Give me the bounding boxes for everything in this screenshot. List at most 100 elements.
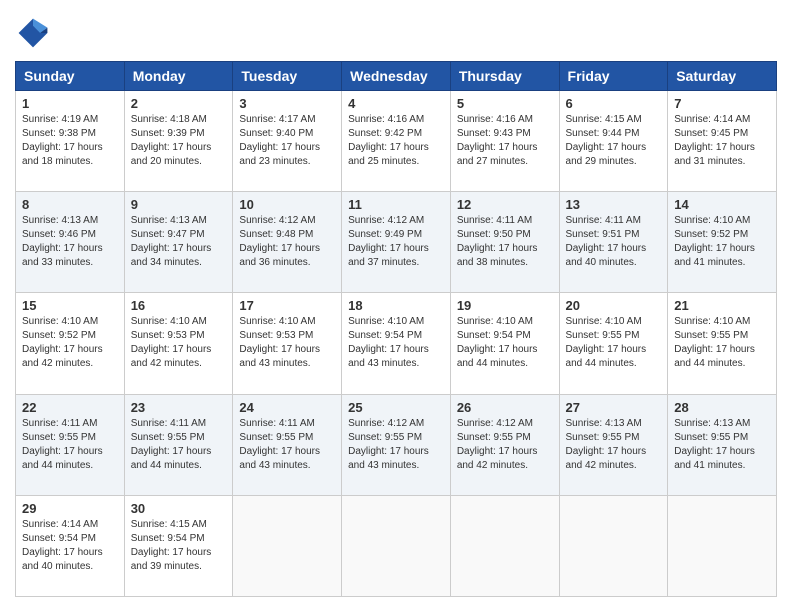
- day-info: Sunrise: 4:10 AMSunset: 9:54 PMDaylight:…: [457, 315, 553, 371]
- day-number: 9: [131, 197, 227, 212]
- day-info: Sunrise: 4:15 AMSunset: 9:44 PMDaylight:…: [566, 113, 662, 169]
- day-info: Sunrise: 4:11 AMSunset: 9:51 PMDaylight:…: [566, 214, 662, 270]
- day-info: Sunrise: 4:10 AMSunset: 9:53 PMDaylight:…: [239, 315, 335, 371]
- calendar-cell: [233, 495, 342, 596]
- day-info: Sunrise: 4:10 AMSunset: 9:55 PMDaylight:…: [674, 315, 770, 371]
- calendar-cell: [668, 495, 777, 596]
- day-number: 19: [457, 298, 553, 313]
- day-number: 11: [348, 197, 444, 212]
- day-info: Sunrise: 4:10 AMSunset: 9:52 PMDaylight:…: [22, 315, 118, 371]
- day-number: 21: [674, 298, 770, 313]
- day-number: 14: [674, 197, 770, 212]
- calendar-cell: 11 Sunrise: 4:12 AMSunset: 9:49 PMDayligh…: [342, 192, 451, 293]
- calendar-table: SundayMondayTuesdayWednesdayThursdayFrid…: [15, 61, 777, 597]
- day-number: 16: [131, 298, 227, 313]
- day-info: Sunrise: 4:19 AMSunset: 9:38 PMDaylight:…: [22, 113, 118, 169]
- day-info: Sunrise: 4:16 AMSunset: 9:42 PMDaylight:…: [348, 113, 444, 169]
- calendar-cell: 13Sunrise: 4:11 AMSunset: 9:51 PMDayligh…: [559, 192, 668, 293]
- calendar-cell: 26 Sunrise: 4:12 AMSunset: 9:55 PMDayligh…: [450, 394, 559, 495]
- calendar-week-4: 22 Sunrise: 4:11 AMSunset: 9:55 PMDayligh…: [16, 394, 777, 495]
- day-number: 22: [22, 400, 118, 415]
- calendar-cell: 7 Sunrise: 4:14 AMSunset: 9:45 PMDaylight…: [668, 91, 777, 192]
- day-info: Sunrise: 4:17 AMSunset: 9:40 PMDaylight:…: [239, 113, 335, 169]
- day-number: 4: [348, 96, 444, 111]
- day-number: 27: [566, 400, 662, 415]
- day-number: 8: [22, 197, 118, 212]
- day-number: 26: [457, 400, 553, 415]
- day-info: Sunrise: 4:14 AMSunset: 9:45 PMDaylight:…: [674, 113, 770, 169]
- calendar-cell: 23Sunrise: 4:11 AMSunset: 9:55 PMDayligh…: [124, 394, 233, 495]
- calendar-week-2: 8Sunrise: 4:13 AMSunset: 9:46 PMDaylight…: [16, 192, 777, 293]
- calendar-cell: 17 Sunrise: 4:10 AMSunset: 9:53 PMDayligh…: [233, 293, 342, 394]
- day-header-monday: Monday: [124, 62, 233, 91]
- calendar-cell: 24 Sunrise: 4:11 AMSunset: 9:55 PMDayligh…: [233, 394, 342, 495]
- day-info: Sunrise: 4:12 AMSunset: 9:55 PMDaylight:…: [348, 417, 444, 473]
- day-number: 24: [239, 400, 335, 415]
- day-number: 7: [674, 96, 770, 111]
- calendar-cell: 2 Sunrise: 4:18 AMSunset: 9:39 PMDaylight…: [124, 91, 233, 192]
- day-info: Sunrise: 4:12 AMSunset: 9:49 PMDaylight:…: [348, 214, 444, 270]
- day-info: Sunrise: 4:15 AMSunset: 9:54 PMDaylight:…: [131, 518, 227, 574]
- day-header-sunday: Sunday: [16, 62, 125, 91]
- calendar-cell: 15 Sunrise: 4:10 AMSunset: 9:52 PMDayligh…: [16, 293, 125, 394]
- calendar-cell: 6Sunrise: 4:15 AMSunset: 9:44 PMDaylight…: [559, 91, 668, 192]
- logo: [15, 15, 55, 51]
- day-info: Sunrise: 4:11 AMSunset: 9:55 PMDaylight:…: [239, 417, 335, 473]
- calendar-cell: 10 Sunrise: 4:12 AMSunset: 9:48 PMDayligh…: [233, 192, 342, 293]
- day-number: 3: [239, 96, 335, 111]
- calendar-cell: 30 Sunrise: 4:15 AMSunset: 9:54 PMDayligh…: [124, 495, 233, 596]
- day-number: 10: [239, 197, 335, 212]
- day-number: 25: [348, 400, 444, 415]
- day-number: 20: [566, 298, 662, 313]
- day-number: 15: [22, 298, 118, 313]
- header: [15, 15, 777, 51]
- calendar-cell: 29 Sunrise: 4:14 AMSunset: 9:54 PMDayligh…: [16, 495, 125, 596]
- calendar-cell: 28Sunrise: 4:13 AMSunset: 9:55 PMDayligh…: [668, 394, 777, 495]
- day-info: Sunrise: 4:18 AMSunset: 9:39 PMDaylight:…: [131, 113, 227, 169]
- calendar-cell: 14 Sunrise: 4:10 AMSunset: 9:52 PMDayligh…: [668, 192, 777, 293]
- day-info: Sunrise: 4:10 AMSunset: 9:52 PMDaylight:…: [674, 214, 770, 270]
- calendar-cell: [559, 495, 668, 596]
- day-info: Sunrise: 4:10 AMSunset: 9:54 PMDaylight:…: [348, 315, 444, 371]
- day-info: Sunrise: 4:11 AMSunset: 9:55 PMDaylight:…: [131, 417, 227, 473]
- calendar-cell: 21 Sunrise: 4:10 AMSunset: 9:55 PMDayligh…: [668, 293, 777, 394]
- day-header-wednesday: Wednesday: [342, 62, 451, 91]
- day-info: Sunrise: 4:10 AMSunset: 9:55 PMDaylight:…: [566, 315, 662, 371]
- calendar-cell: 4 Sunrise: 4:16 AMSunset: 9:42 PMDaylight…: [342, 91, 451, 192]
- calendar-cell: 3 Sunrise: 4:17 AMSunset: 9:40 PMDaylight…: [233, 91, 342, 192]
- day-info: Sunrise: 4:14 AMSunset: 9:54 PMDaylight:…: [22, 518, 118, 574]
- calendar-week-3: 15 Sunrise: 4:10 AMSunset: 9:52 PMDayligh…: [16, 293, 777, 394]
- calendar-cell: 27Sunrise: 4:13 AMSunset: 9:55 PMDayligh…: [559, 394, 668, 495]
- calendar-cell: 18Sunrise: 4:10 AMSunset: 9:54 PMDayligh…: [342, 293, 451, 394]
- day-info: Sunrise: 4:11 AMSunset: 9:55 PMDaylight:…: [22, 417, 118, 473]
- calendar-cell: 22 Sunrise: 4:11 AMSunset: 9:55 PMDayligh…: [16, 394, 125, 495]
- day-number: 30: [131, 501, 227, 516]
- day-info: Sunrise: 4:16 AMSunset: 9:43 PMDaylight:…: [457, 113, 553, 169]
- day-info: Sunrise: 4:12 AMSunset: 9:48 PMDaylight:…: [239, 214, 335, 270]
- calendar-week-5: 29 Sunrise: 4:14 AMSunset: 9:54 PMDayligh…: [16, 495, 777, 596]
- calendar-cell: 16 Sunrise: 4:10 AMSunset: 9:53 PMDayligh…: [124, 293, 233, 394]
- calendar-header-row: SundayMondayTuesdayWednesdayThursdayFrid…: [16, 62, 777, 91]
- day-header-thursday: Thursday: [450, 62, 559, 91]
- day-info: Sunrise: 4:10 AMSunset: 9:53 PMDaylight:…: [131, 315, 227, 371]
- logo-icon: [15, 15, 51, 51]
- calendar-cell: 19 Sunrise: 4:10 AMSunset: 9:54 PMDayligh…: [450, 293, 559, 394]
- day-info: Sunrise: 4:11 AMSunset: 9:50 PMDaylight:…: [457, 214, 553, 270]
- day-header-saturday: Saturday: [668, 62, 777, 91]
- day-number: 12: [457, 197, 553, 212]
- day-number: 29: [22, 501, 118, 516]
- calendar-cell: [342, 495, 451, 596]
- day-number: 28: [674, 400, 770, 415]
- calendar-cell: 9 Sunrise: 4:13 AMSunset: 9:47 PMDaylight…: [124, 192, 233, 293]
- day-number: 5: [457, 96, 553, 111]
- day-info: Sunrise: 4:13 AMSunset: 9:47 PMDaylight:…: [131, 214, 227, 270]
- day-header-friday: Friday: [559, 62, 668, 91]
- day-info: Sunrise: 4:12 AMSunset: 9:55 PMDaylight:…: [457, 417, 553, 473]
- day-number: 1: [22, 96, 118, 111]
- page: SundayMondayTuesdayWednesdayThursdayFrid…: [0, 0, 792, 612]
- day-number: 2: [131, 96, 227, 111]
- calendar-cell: 25 Sunrise: 4:12 AMSunset: 9:55 PMDayligh…: [342, 394, 451, 495]
- calendar-cell: 1 Sunrise: 4:19 AMSunset: 9:38 PMDaylight…: [16, 91, 125, 192]
- day-number: 17: [239, 298, 335, 313]
- calendar-cell: [450, 495, 559, 596]
